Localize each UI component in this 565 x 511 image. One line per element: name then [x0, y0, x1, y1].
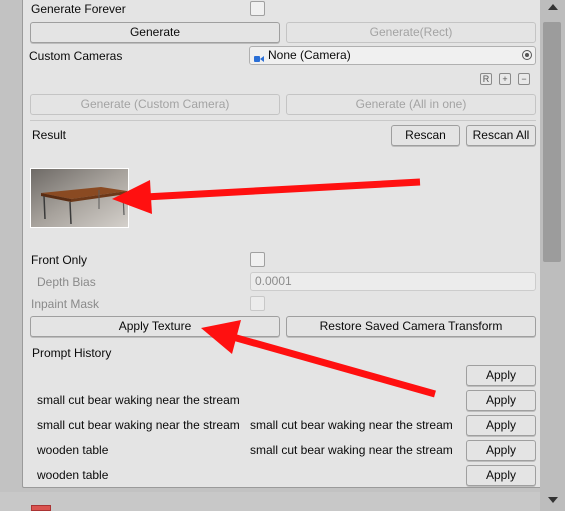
scrollbar-thumb[interactable]	[543, 22, 561, 262]
arrow-to-apply-texture-icon	[201, 320, 436, 398]
scroll-up-arrow-icon[interactable]	[548, 4, 558, 10]
annotation-arrows	[112, 178, 436, 398]
scroll-down-arrow-icon[interactable]	[548, 497, 558, 503]
arrow-to-thumbnail-icon	[112, 178, 421, 214]
